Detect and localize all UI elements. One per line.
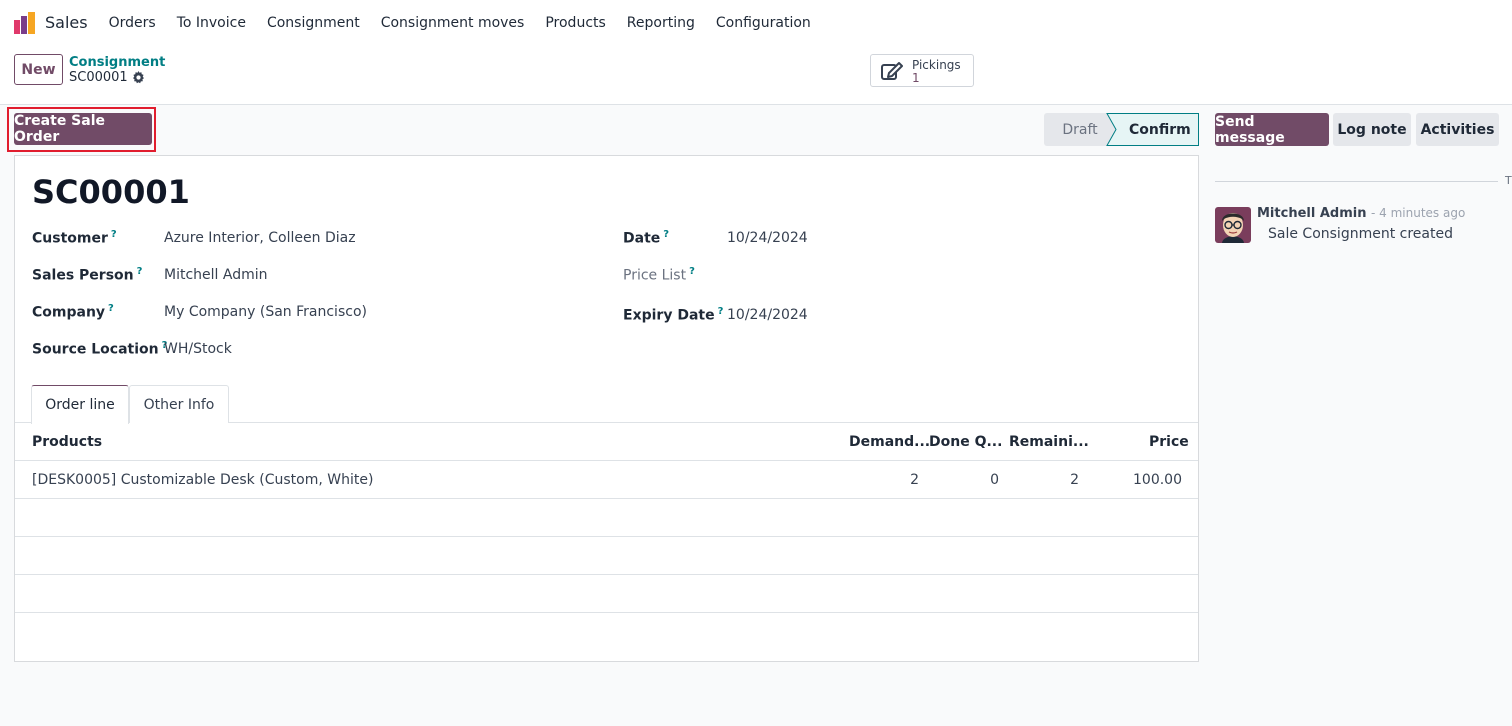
expiry-date-field[interactable]: 10/24/2024 xyxy=(727,307,808,323)
activities-button[interactable]: Activities xyxy=(1416,113,1499,146)
message-body: Sale Consignment created xyxy=(1268,226,1453,242)
column-price[interactable]: Price xyxy=(1149,434,1189,450)
help-tooltip[interactable]: ? xyxy=(137,266,143,277)
tab-order-line[interactable]: Order line xyxy=(31,385,129,424)
company-field[interactable]: My Company (San Francisco) xyxy=(164,304,367,320)
chatter-date-separator: T xyxy=(1505,174,1512,187)
cell-price[interactable]: 100.00 xyxy=(1121,472,1182,488)
avatar[interactable] xyxy=(1215,207,1251,243)
menu-consignment-moves[interactable]: Consignment moves xyxy=(381,15,525,31)
chatter-divider xyxy=(1215,181,1498,182)
top-navbar: Sales Orders To Invoice Consignment Cons… xyxy=(0,0,1512,45)
breadcrumb-current: SC00001 xyxy=(69,70,145,85)
table-header: Products Demand... Done Q... Remaini... … xyxy=(15,423,1198,461)
sales-app-icon[interactable] xyxy=(14,11,36,34)
cell-demand[interactable]: 2 xyxy=(879,472,919,488)
column-demand[interactable]: Demand... xyxy=(849,434,930,450)
sales-person-field[interactable]: Mitchell Admin xyxy=(164,267,268,283)
log-note-button[interactable]: Log note xyxy=(1333,113,1411,146)
gear-icon[interactable] xyxy=(132,71,145,84)
record-title[interactable]: SC00001 xyxy=(32,173,190,211)
breadcrumb-consignment[interactable]: Consignment xyxy=(69,55,165,70)
status-confirm[interactable]: Confirm xyxy=(1129,113,1191,146)
breadcrumb-record-name: SC00001 xyxy=(69,70,128,85)
sales-person-label: Sales Person? xyxy=(32,266,143,284)
menu-configuration[interactable]: Configuration xyxy=(716,15,811,31)
column-remaining[interactable]: Remaini... xyxy=(1009,434,1089,450)
tab-other-info[interactable]: Other Info xyxy=(129,385,229,423)
column-products[interactable]: Products xyxy=(32,434,102,450)
company-label: Company? xyxy=(32,303,114,321)
customer-field[interactable]: Azure Interior, Colleen Diaz xyxy=(164,230,356,246)
message-author: Mitchell Admin - 4 minutes ago xyxy=(1257,206,1465,221)
empty-table-row xyxy=(15,499,1198,537)
author-name[interactable]: Mitchell Admin xyxy=(1257,206,1366,221)
new-button[interactable]: New xyxy=(14,54,63,85)
send-message-button[interactable]: Send message xyxy=(1215,113,1329,146)
edit-icon xyxy=(881,62,903,80)
help-tooltip[interactable]: ? xyxy=(108,303,114,314)
app-name[interactable]: Sales xyxy=(45,13,88,32)
pickings-label: Pickings xyxy=(912,58,961,72)
create-sale-order-button[interactable]: Create Sale Order xyxy=(14,113,152,145)
menu-products[interactable]: Products xyxy=(545,15,605,31)
pickings-smart-button[interactable]: Pickings 1 xyxy=(870,54,974,87)
price-list-label: Price List? xyxy=(623,266,695,284)
empty-table-row xyxy=(15,537,1198,575)
form-sheet: SC00001 Customer? Azure Interior, Collee… xyxy=(14,155,1199,662)
date-label: Date? xyxy=(623,229,670,247)
pickings-count: 1 xyxy=(912,71,920,85)
menu-consignment[interactable]: Consignment xyxy=(267,15,360,31)
cell-remaining[interactable]: 2 xyxy=(1039,472,1079,488)
source-location-field[interactable]: WH/Stock xyxy=(164,341,232,357)
cell-done-qty[interactable]: 0 xyxy=(959,472,999,488)
control-panel: New Consignment SC00001 Pickings 1 xyxy=(0,45,1512,105)
empty-table-row xyxy=(15,575,1198,613)
status-bar: Draft Confirm xyxy=(1044,113,1199,146)
help-tooltip[interactable]: ? xyxy=(663,229,669,240)
cell-product[interactable]: [DESK0005] Customizable Desk (Custom, Wh… xyxy=(32,472,373,488)
help-tooltip[interactable]: ? xyxy=(689,266,695,277)
menu-reporting[interactable]: Reporting xyxy=(627,15,695,31)
menu-to-invoice[interactable]: To Invoice xyxy=(177,15,246,31)
column-done-qty[interactable]: Done Q... xyxy=(929,434,1002,450)
customer-label: Customer? xyxy=(32,229,117,247)
help-tooltip[interactable]: ? xyxy=(718,306,724,317)
source-location-label: Source Location? xyxy=(32,340,168,358)
table-row[interactable]: [DESK0005] Customizable Desk (Custom, Wh… xyxy=(15,461,1198,499)
date-field[interactable]: 10/24/2024 xyxy=(727,230,808,246)
help-tooltip[interactable]: ? xyxy=(111,229,117,240)
menu-orders[interactable]: Orders xyxy=(109,15,156,31)
message-time: - 4 minutes ago xyxy=(1370,206,1466,220)
expiry-date-label: Expiry Date? xyxy=(623,306,724,324)
